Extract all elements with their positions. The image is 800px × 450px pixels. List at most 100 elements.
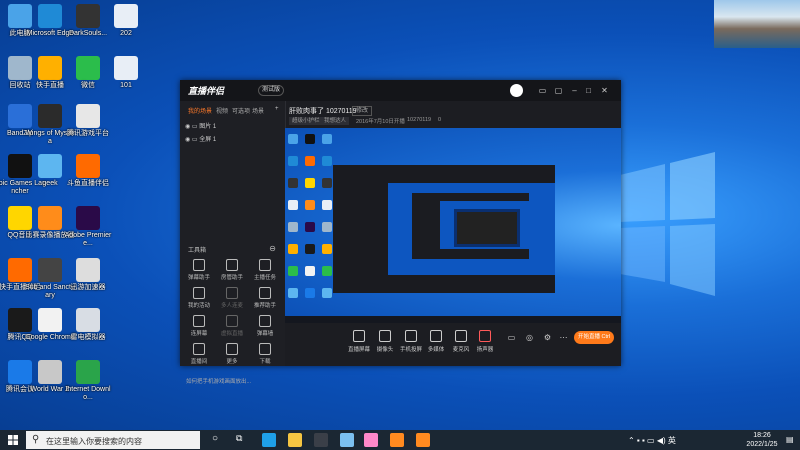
source-button[interactable]: 摄像头 [371, 330, 399, 353]
ime-indicator[interactable]: 英 [668, 436, 676, 445]
desktop-icon[interactable]: 202 [100, 4, 152, 38]
tool-button[interactable]: 虚拟直播 [217, 315, 247, 337]
tool-button[interactable]: 我的活动 [184, 287, 214, 309]
source-button[interactable]: 手机投屏 [397, 330, 425, 353]
tool-icon [226, 343, 238, 355]
category-tag[interactable]: 超级小护栏 [289, 117, 323, 125]
preview-icon [322, 178, 332, 188]
tool-button[interactable]: 下载 [250, 343, 280, 365]
task-view-icon[interactable]: ⧉ [236, 433, 250, 447]
desktop-icon[interactable]: 腾讯游戏平台 [62, 104, 114, 138]
help-notice[interactable]: 如何把手机游戏画面放出... [186, 377, 251, 385]
tab-options[interactable]: 可选项 [232, 106, 250, 115]
tool-icon [259, 287, 271, 299]
record-icon[interactable]: ⋯ [559, 333, 568, 342]
desktop-icon-label: 迅游加速器 [70, 284, 106, 291]
tool-icon [226, 259, 238, 271]
file-explorer-icon[interactable] [288, 433, 302, 447]
desktop-icon[interactable]: 斗鱼直播伴侣 [62, 154, 114, 188]
preview-icon [305, 178, 315, 188]
camera-icon[interactable]: ▭ [507, 333, 516, 342]
tag[interactable]: 我想达人 [321, 117, 350, 125]
preview-icon [288, 156, 298, 166]
app-taskbar-icon[interactable] [364, 433, 378, 447]
preview-icon [288, 222, 298, 232]
tool-icon [193, 315, 205, 327]
desktop-icon-label: 202 [120, 30, 132, 37]
scene-item[interactable]: ◉ ▭ 图片 1 [185, 121, 216, 130]
edge-taskbar-icon[interactable] [262, 433, 276, 447]
desktop-icon[interactable]: 雷电模拟器 [62, 308, 114, 342]
source-icon [405, 330, 417, 342]
tool-button[interactable]: 主播任务 [250, 259, 280, 281]
viewer-count: 0 [438, 117, 442, 123]
desktop-icon[interactable]: 迅游加速器 [62, 258, 114, 292]
tab-video[interactable]: 视频 [216, 106, 228, 115]
desktop-icon-label: 雷电模拟器 [70, 334, 106, 341]
preview-icon [288, 266, 298, 276]
store-icon[interactable] [314, 433, 328, 447]
eye-icon[interactable]: ◎ [525, 333, 534, 342]
preview-icon [305, 200, 315, 210]
source-button[interactable]: 直播屏幕 [345, 330, 373, 353]
scene-item[interactable]: ◉ ▭ 全屏 1 [185, 134, 216, 143]
tool-icon [193, 287, 205, 299]
clock[interactable]: 18:26 2022/1/25 [742, 431, 782, 449]
live-companion-taskbar-icon[interactable] [390, 433, 404, 447]
desktop-icon[interactable]: Internet Downlo... [62, 360, 114, 402]
notification-icon[interactable]: ▤ [786, 435, 794, 444]
desktop-icon[interactable]: 101 [100, 56, 152, 90]
source-button[interactable]: 扬声器 [471, 330, 499, 353]
tool-button[interactable]: 多人连麦 [217, 287, 247, 309]
start-live-button[interactable]: 开始直播 Ctrl [574, 331, 614, 344]
tool-button[interactable]: 连屏幕 [184, 315, 214, 337]
app-icon [38, 154, 62, 178]
stream-title: 肝败肉事了 10270119 [289, 108, 357, 115]
edit-title-button[interactable]: 修改 [352, 106, 373, 116]
minimize-icon[interactable]: – [570, 86, 579, 95]
settings-icon[interactable]: ⊖ [268, 244, 277, 253]
settings-icon[interactable]: ⚙ [543, 333, 552, 342]
tab-scene[interactable]: 场景 [252, 106, 264, 115]
gift-icon[interactable]: ▭ [538, 86, 547, 95]
source-icon [353, 330, 365, 342]
tool-button[interactable]: 弹幕助手 [184, 259, 214, 281]
close-icon[interactable]: ✕ [600, 86, 609, 95]
preview-icon [305, 156, 315, 166]
tool-button[interactable]: 房管助手 [217, 259, 247, 281]
message-icon[interactable]: ▢ [554, 86, 563, 95]
source-icon [455, 330, 467, 342]
preview-icon [322, 134, 332, 144]
search-box[interactable]: ⚲ 在这里输入你要搜索的内容 [26, 431, 200, 449]
avatar[interactable] [510, 84, 523, 97]
preview-icon [305, 244, 315, 254]
system-tray[interactable]: ⌃ ▪ ▪ ▭ ◀) 英 [628, 435, 676, 446]
app-icon [38, 360, 62, 384]
preview-icon [288, 134, 298, 144]
mail-icon[interactable] [340, 433, 354, 447]
scene-panel: 我的场景 视频 可选项 场景 + ◉ ▭ 图片 1 ◉ ▭ 全屏 1 工具箱 ⊖… [180, 101, 286, 385]
desktop-icon-label: 101 [120, 82, 132, 89]
version-badge[interactable]: 测试版 [258, 85, 285, 96]
tool-button[interactable]: 更多 [217, 343, 247, 365]
desktop-icon-label: 斗鱼直播伴侣 [67, 180, 109, 187]
maximize-icon[interactable]: □ [584, 86, 593, 95]
app-logo: 直播伴侣 [188, 86, 225, 96]
app-icon [114, 56, 138, 80]
desktop-icon[interactable]: Adobe Premiere... [62, 206, 114, 248]
tab-my-scenes[interactable]: 我的场景 [188, 106, 212, 115]
add-scene-icon[interactable]: + [275, 106, 279, 112]
cortana-icon[interactable]: ○ [212, 433, 226, 447]
app-titlebar: 直播伴侣 测试版 ▭ ▢ – □ ✕ [180, 80, 621, 101]
wallpaper-thumbnail [714, 0, 800, 48]
stream-preview[interactable] [285, 128, 621, 323]
live-companion-taskbar-icon-2[interactable] [416, 433, 430, 447]
windows-start-icon[interactable] [8, 435, 18, 445]
tool-button[interactable]: 推荐助手 [250, 287, 280, 309]
desktop-icon-label: Internet Downlo... [65, 386, 111, 401]
source-button[interactable]: 多媒体 [422, 330, 450, 353]
preview-icon [322, 244, 332, 254]
tool-button[interactable]: 弹幕墙 [250, 315, 280, 337]
tool-button[interactable]: 直播间 [184, 343, 214, 365]
preview-icon [322, 156, 332, 166]
